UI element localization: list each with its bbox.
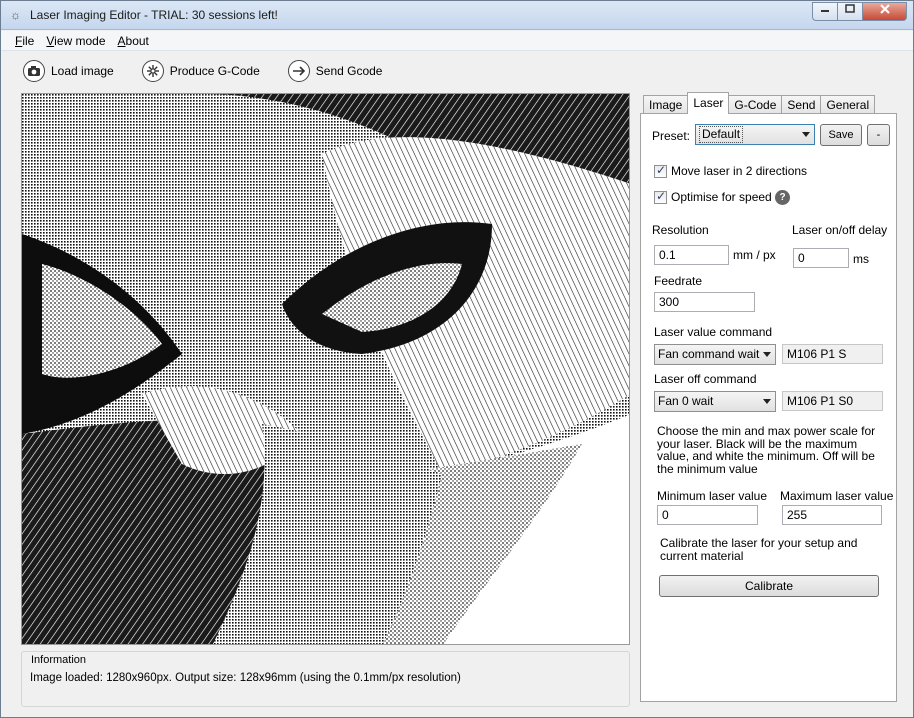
menu-file[interactable]: File: [9, 31, 40, 50]
tab-image[interactable]: Image: [643, 95, 689, 114]
tab-general[interactable]: General: [820, 95, 876, 114]
optimise-speed-checkbox[interactable]: [654, 189, 667, 204]
chevron-down-icon: [763, 399, 771, 404]
laser-delay-input[interactable]: 0: [793, 248, 849, 268]
minimize-button[interactable]: [812, 2, 838, 21]
max-laser-value-label: Maximum laser value: [780, 489, 894, 503]
chevron-down-icon: [763, 352, 771, 357]
menu-bar: File View mode About: [1, 31, 913, 51]
app-icon: ☼: [10, 8, 21, 22]
laser-value-command-select[interactable]: Fan command wait: [654, 344, 776, 365]
feedrate-input[interactable]: 300: [654, 292, 755, 312]
calibrate-note-line: Calibrate the laser for your setup and: [660, 536, 858, 550]
settings-tabs: Image Laser G-Code Send General: [643, 92, 876, 114]
app-window: ☼ Laser Imaging Editor - TRIAL: 30 sessi…: [0, 0, 914, 718]
window-title: Laser Imaging Editor - TRIAL: 30 session…: [30, 8, 278, 22]
information-group: Information Image loaded: 1280x960px. Ou…: [21, 651, 630, 707]
send-gcode-button[interactable]: Send Gcode: [284, 60, 387, 82]
preset-label: Preset:: [652, 129, 691, 143]
dithered-cat-image: [22, 94, 629, 644]
produce-gcode-button[interactable]: Produce G-Code: [138, 60, 264, 82]
laser-panel: Preset: Default Save - Move laser in 2 d…: [640, 113, 897, 702]
resolution-input[interactable]: 0.1: [654, 245, 729, 265]
laser-value-command-label: Laser value command: [654, 325, 773, 339]
maximize-button[interactable]: [838, 2, 863, 21]
arrow-right-icon: [287, 60, 310, 82]
resolution-unit: mm / px: [733, 248, 776, 262]
produce-gcode-label: Produce G-Code: [169, 64, 260, 78]
power-scale-note-line: Choose the min and max power scale for: [657, 424, 876, 438]
tab-gcode[interactable]: G-Code: [728, 95, 783, 114]
menu-view-label: iew mode: [54, 34, 106, 48]
optimise-speed-label: Optimise for speed: [671, 190, 772, 204]
power-scale-note-line: the minimum value: [657, 461, 758, 476]
menu-about-mnemonic: A: [117, 34, 126, 48]
send-gcode-label: Send Gcode: [315, 64, 383, 78]
power-scale-note: Choose the min and max power scale for y…: [657, 425, 893, 475]
burst-icon: [141, 60, 164, 82]
chevron-down-icon: [802, 132, 810, 137]
toolbar: Load image Produce G-Code Send Gcode: [19, 58, 386, 84]
laser-value-command-text: M106 P1 S: [782, 344, 883, 364]
feedrate-label: Feedrate: [654, 274, 703, 288]
image-preview[interactable]: [21, 93, 630, 645]
laser-off-command-text: M106 P1 S0: [782, 391, 883, 411]
save-preset-button[interactable]: Save: [820, 124, 862, 146]
laser-value-command-value: Fan command wait: [658, 347, 760, 361]
max-laser-value-input[interactable]: 255: [782, 505, 882, 525]
laser-delay-unit: ms: [853, 252, 869, 266]
information-text: Image loaded: 1280x960px. Output size: 1…: [30, 672, 461, 684]
menu-about[interactable]: About: [112, 31, 155, 50]
min-laser-value-label: Minimum laser value: [657, 489, 768, 503]
laser-off-command-value: Fan 0 wait: [658, 394, 714, 408]
calibrate-note: Calibrate the laser for your setup and c…: [660, 537, 890, 562]
preset-value: Default: [699, 126, 744, 143]
menu-view-mode[interactable]: View mode: [40, 31, 111, 50]
tab-laser[interactable]: Laser: [687, 92, 730, 114]
min-laser-value-input[interactable]: 0: [657, 505, 758, 525]
close-button[interactable]: [863, 2, 907, 21]
load-image-label: Load image: [51, 64, 114, 78]
preset-select[interactable]: Default: [695, 124, 815, 145]
close-icon: [879, 4, 890, 14]
load-image-button[interactable]: Load image: [19, 60, 118, 82]
tab-send[interactable]: Send: [781, 95, 822, 114]
menu-view-mnemonic: V: [46, 34, 55, 48]
move-two-directions-label: Move laser in 2 directions: [671, 164, 808, 178]
camera-icon: [23, 60, 45, 82]
move-two-directions-checkbox[interactable]: [654, 163, 667, 178]
maximize-icon: [845, 4, 855, 13]
power-scale-note-line: value, and white the minimum. Off will b…: [657, 449, 875, 463]
laser-delay-label: Laser on/off delay: [792, 223, 888, 237]
remove-preset-button[interactable]: -: [867, 124, 890, 146]
menu-file-label: ile: [22, 34, 35, 48]
minimize-icon: [821, 10, 829, 12]
information-title: Information: [30, 654, 88, 666]
menu-about-label: bout: [125, 34, 149, 48]
laser-off-command-label: Laser off command: [654, 372, 757, 386]
resolution-label: Resolution: [652, 223, 709, 237]
calibrate-note-line: current material: [660, 548, 744, 563]
help-icon[interactable]: ?: [775, 190, 790, 205]
title-bar[interactable]: ☼ Laser Imaging Editor - TRIAL: 30 sessi…: [1, 1, 913, 30]
calibrate-button[interactable]: Calibrate: [659, 575, 879, 597]
laser-off-command-select[interactable]: Fan 0 wait: [654, 391, 776, 412]
caption-buttons: [812, 2, 907, 21]
